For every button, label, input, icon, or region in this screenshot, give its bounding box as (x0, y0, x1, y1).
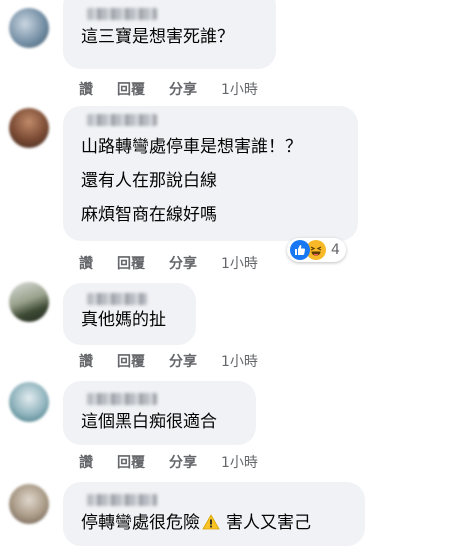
comment-text: 真他媽的扯 (81, 310, 166, 330)
timestamp-link[interactable]: 1小時 (221, 452, 258, 472)
comment-actions: 讚 回覆 分享 1小時 (79, 79, 258, 99)
warning-icon (202, 514, 220, 536)
author-name[interactable] (87, 293, 147, 305)
timestamp-link[interactable]: 1小時 (221, 253, 258, 273)
reply-button[interactable]: 回覆 (117, 351, 145, 371)
avatar[interactable] (9, 282, 49, 322)
like-button[interactable]: 讚 (79, 351, 93, 371)
like-button[interactable]: 讚 (79, 452, 93, 472)
avatar[interactable] (9, 382, 49, 422)
timestamp-link[interactable]: 1小時 (221, 79, 258, 99)
comment-text-part-1: 停轉彎處很危險 (81, 513, 200, 533)
avatar[interactable] (9, 108, 49, 148)
avatar[interactable] (9, 484, 49, 524)
share-button[interactable]: 分享 (169, 79, 197, 99)
like-icon (290, 240, 310, 260)
comment-bubble: 這個黑白痴很適合 (63, 381, 256, 445)
like-button[interactable]: 讚 (79, 253, 93, 273)
comment-bubble: 山路轉彎處停車是想害誰！？ 還有人在那說白線 麻煩智商在線好嗎 (63, 106, 358, 241)
share-button[interactable]: 分享 (169, 351, 197, 371)
comment-actions: 讚 回覆 分享 1小時 (79, 452, 258, 472)
comment-text-line-1: 山路轉彎處停車是想害誰！？ (81, 137, 302, 157)
comment-text: 這個黑白痴很適合 (81, 412, 217, 432)
avatar[interactable] (9, 8, 49, 48)
share-button[interactable]: 分享 (169, 253, 197, 273)
author-name[interactable] (87, 393, 157, 405)
author-name[interactable] (87, 8, 157, 20)
comment-text: 停轉彎處很危險 害人又害己 (81, 512, 351, 536)
author-name[interactable] (87, 494, 157, 506)
comment-bubble: 這三寶是想害死誰？ (63, 0, 276, 69)
like-button[interactable]: 讚 (79, 79, 93, 99)
comment-text-line-2: 還有人在那說白線 (81, 171, 217, 191)
reaction-count: 4 (331, 242, 340, 258)
reply-button[interactable]: 回覆 (117, 452, 145, 472)
comment-text: 這三寶是想害死誰？ (81, 27, 234, 47)
comment-text-part-2: 害人又害己 (226, 513, 311, 533)
comment-actions: 讚 回覆 分享 1小時 (79, 351, 258, 371)
share-button[interactable]: 分享 (169, 452, 197, 472)
timestamp-link[interactable]: 1小時 (221, 351, 258, 371)
reply-button[interactable]: 回覆 (117, 253, 145, 273)
comment-actions: 讚 回覆 分享 1小時 (79, 253, 258, 273)
author-name[interactable] (87, 114, 157, 126)
reactions-summary[interactable]: 4 (287, 238, 346, 262)
comment-text-line-3: 麻煩智商在線好嗎 (81, 205, 217, 225)
comment-bubble: 停轉彎處很危險 害人又害己 (63, 482, 365, 546)
comment-bubble: 真他媽的扯 (63, 283, 196, 345)
reply-button[interactable]: 回覆 (117, 79, 145, 99)
